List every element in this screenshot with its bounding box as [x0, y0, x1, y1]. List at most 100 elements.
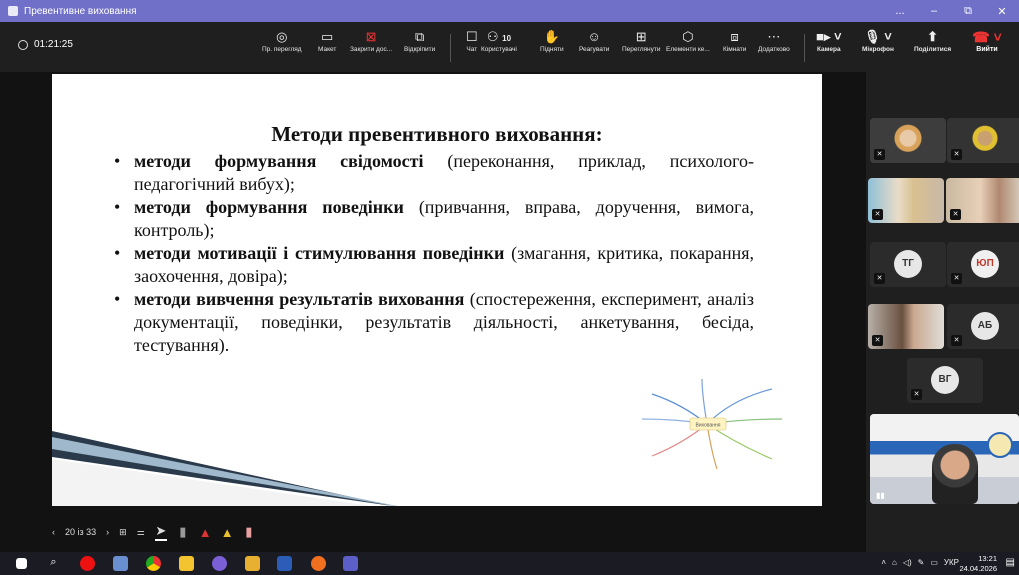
view-button[interactable]: ⊞ Переглянути — [622, 28, 661, 53]
people-label: Користувачі — [481, 46, 517, 53]
view-icon: ⊞ — [635, 29, 647, 44]
react-icon: ☺ — [587, 29, 601, 44]
battery-icon[interactable]: ▭ — [930, 558, 938, 567]
opera-icon[interactable] — [80, 556, 95, 571]
stop-sharing-button[interactable]: ⊠ Закрити дос... — [350, 28, 392, 53]
participant-avatar: ВГ — [931, 366, 959, 394]
raise-hand-label: Підняти — [540, 46, 564, 53]
window-title: Превентивне виховання — [24, 5, 137, 17]
next-slide-button[interactable]: › — [106, 527, 109, 537]
timer-text: 01:21:25 — [34, 39, 73, 50]
participant-tile[interactable]: ✕ — [947, 118, 1019, 163]
leave-button[interactable]: ☎ ˅ Вийти — [962, 28, 1012, 53]
react-button[interactable]: ☺ Реагувати — [579, 28, 609, 53]
volume-icon[interactable]: ◁) — [903, 558, 912, 567]
teams-icon[interactable] — [343, 556, 358, 571]
mic-muted-icon: ✕ — [872, 209, 883, 220]
windows-start-icon[interactable] — [16, 558, 27, 569]
more-button[interactable]: ⋯ Додатково — [758, 28, 790, 53]
bullet-bold-text: методи мотивації і стимулювання поведінк… — [134, 243, 505, 263]
raise-hand-icon: ✋ — [543, 29, 560, 44]
rooms-label: Кімнати — [723, 46, 747, 53]
meeting-timer: 01:21:25 — [18, 39, 73, 50]
popout-label: Відкріпити — [404, 46, 436, 53]
preview-button[interactable]: ◎ Пр. перегляд — [262, 28, 302, 53]
system-tray: ˄ ⌂ ◁) ✎ ▭ УКР — [881, 558, 959, 567]
slide-title: Методи превентивного виховання: — [271, 122, 603, 146]
meeting-toolbar: 01:21:25 ◎ Пр. перегляд ▭ Макет ⊠ Закрит… — [0, 22, 1019, 72]
language-indicator[interactable]: УКР — [944, 558, 959, 567]
participant-tile[interactable]: ✕ — [868, 304, 944, 349]
slide-bullet-item: методи мотивації і стимулювання поведінк… — [114, 242, 754, 288]
participant-tile[interactable]: АБ ✕ — [947, 304, 1019, 349]
share-button[interactable]: ⬆ Поділитися — [914, 28, 951, 53]
red-pen-icon[interactable]: ▲ — [199, 525, 212, 540]
participant-tile[interactable]: ✕ — [870, 118, 946, 163]
restore-button[interactable]: ⧉ — [951, 5, 985, 18]
search-icon[interactable]: ⌕ — [46, 556, 61, 571]
notifications-icon[interactable]: ▤ — [1006, 557, 1015, 568]
pen-icon[interactable]: ✎ — [918, 558, 925, 567]
folder-icon[interactable] — [245, 556, 260, 571]
minimize-button[interactable]: – — [917, 5, 951, 17]
apps-button[interactable]: ⬡ Елементи ке... — [666, 28, 710, 53]
windows-taskbar: ⌕ ˄ ⌂ ◁) ✎ ▭ УКР 13:21 24.04.2026 ▤ — [0, 552, 1019, 575]
slide-decoration — [52, 431, 397, 506]
app-icon[interactable] — [179, 556, 194, 571]
viber-icon[interactable] — [212, 556, 227, 571]
participant-tile[interactable]: ЮП ✕ — [947, 242, 1019, 287]
participant-tile[interactable]: ✕ — [868, 178, 944, 223]
preview-label: Пр. перегляд — [262, 46, 302, 53]
phone-hangup-icon: ☎ ˅ — [972, 29, 1002, 45]
active-speaker-video[interactable]: ▮▮ — [870, 414, 1019, 504]
chevron-up-icon[interactable]: ˄ — [881, 558, 886, 567]
shield-icon — [18, 39, 28, 50]
chat-button[interactable]: ☐ Чат — [466, 28, 478, 53]
rooms-button[interactable]: ⧈ Кімнати — [723, 28, 746, 53]
people-button[interactable]: ⚇ 10 Користувачі — [481, 28, 517, 53]
share-icon: ⬆ — [927, 29, 939, 44]
mic-button[interactable]: 🎙 ˅ Мікрофон — [862, 28, 894, 53]
mic-muted-icon: ✕ — [872, 335, 883, 346]
bullet-bold-text: методи формування поведінки — [134, 197, 404, 217]
participant-tile[interactable]: ТГ ✕ — [870, 242, 946, 287]
participant-avatar: АБ — [971, 312, 999, 340]
layout-label: Макет — [318, 46, 337, 53]
pointer-icon[interactable]: ➤ — [154, 523, 167, 541]
popout-button[interactable]: ⧉ Відкріпити — [404, 28, 435, 53]
more-label: Додатково — [758, 46, 790, 53]
presenter-toolbar: ‹ 20 із 33 › ⊞ ⚌ ➤ ▮ ▲ ▲ ▮ — [52, 520, 255, 544]
prev-slide-button[interactable]: ‹ — [52, 527, 55, 537]
eraser-icon[interactable]: ▮ — [177, 524, 189, 540]
chrome-icon[interactable] — [146, 556, 161, 571]
mic-muted-icon: ✕ — [951, 335, 962, 346]
taskbar-clock[interactable]: 13:21 24.04.2026 — [959, 554, 997, 574]
people-icon: ⚇ 10 — [486, 29, 512, 44]
word-icon[interactable] — [277, 556, 292, 571]
camera-button[interactable]: ■▸ ˅ Камера — [816, 28, 842, 53]
participant-tile[interactable]: ✕ — [946, 178, 1019, 223]
network-icon[interactable]: ⌂ — [892, 558, 897, 567]
clock-time: 13:21 — [978, 554, 997, 563]
bullet-bold-text: методи формування свідомості — [134, 151, 424, 171]
pink-eraser-icon[interactable]: ▮ — [243, 524, 255, 540]
speaker-person — [932, 444, 978, 504]
settings-sliders-icon[interactable]: ⚌ — [137, 527, 145, 538]
highlighter-icon[interactable]: ▲ — [221, 525, 234, 540]
mic-label: Мікрофон — [862, 46, 894, 53]
firefox-icon[interactable] — [311, 556, 326, 571]
layout-button[interactable]: ▭ Макет — [318, 28, 336, 53]
slide-bullet-list: методи формування свідомості (переконанн… — [114, 150, 754, 357]
close-share-icon: ⊠ — [365, 29, 377, 44]
react-label: Реагувати — [579, 46, 610, 53]
close-window-button[interactable]: ✕ — [985, 5, 1019, 18]
window-titlebar: Превентивне виховання ... – ⧉ ✕ — [0, 0, 1019, 22]
raise-hand-button[interactable]: ✋ Підняти — [540, 28, 564, 53]
grid-view-icon[interactable]: ⊞ — [119, 527, 127, 538]
camera-icon: ■▸ ˅ — [816, 29, 842, 44]
camera-label: Камера — [816, 46, 841, 53]
chat-icon: ☐ — [466, 29, 478, 44]
more-icon[interactable]: ... — [883, 5, 917, 17]
files-icon[interactable] — [113, 556, 128, 571]
participant-tile[interactable]: ВГ ✕ — [907, 358, 983, 403]
